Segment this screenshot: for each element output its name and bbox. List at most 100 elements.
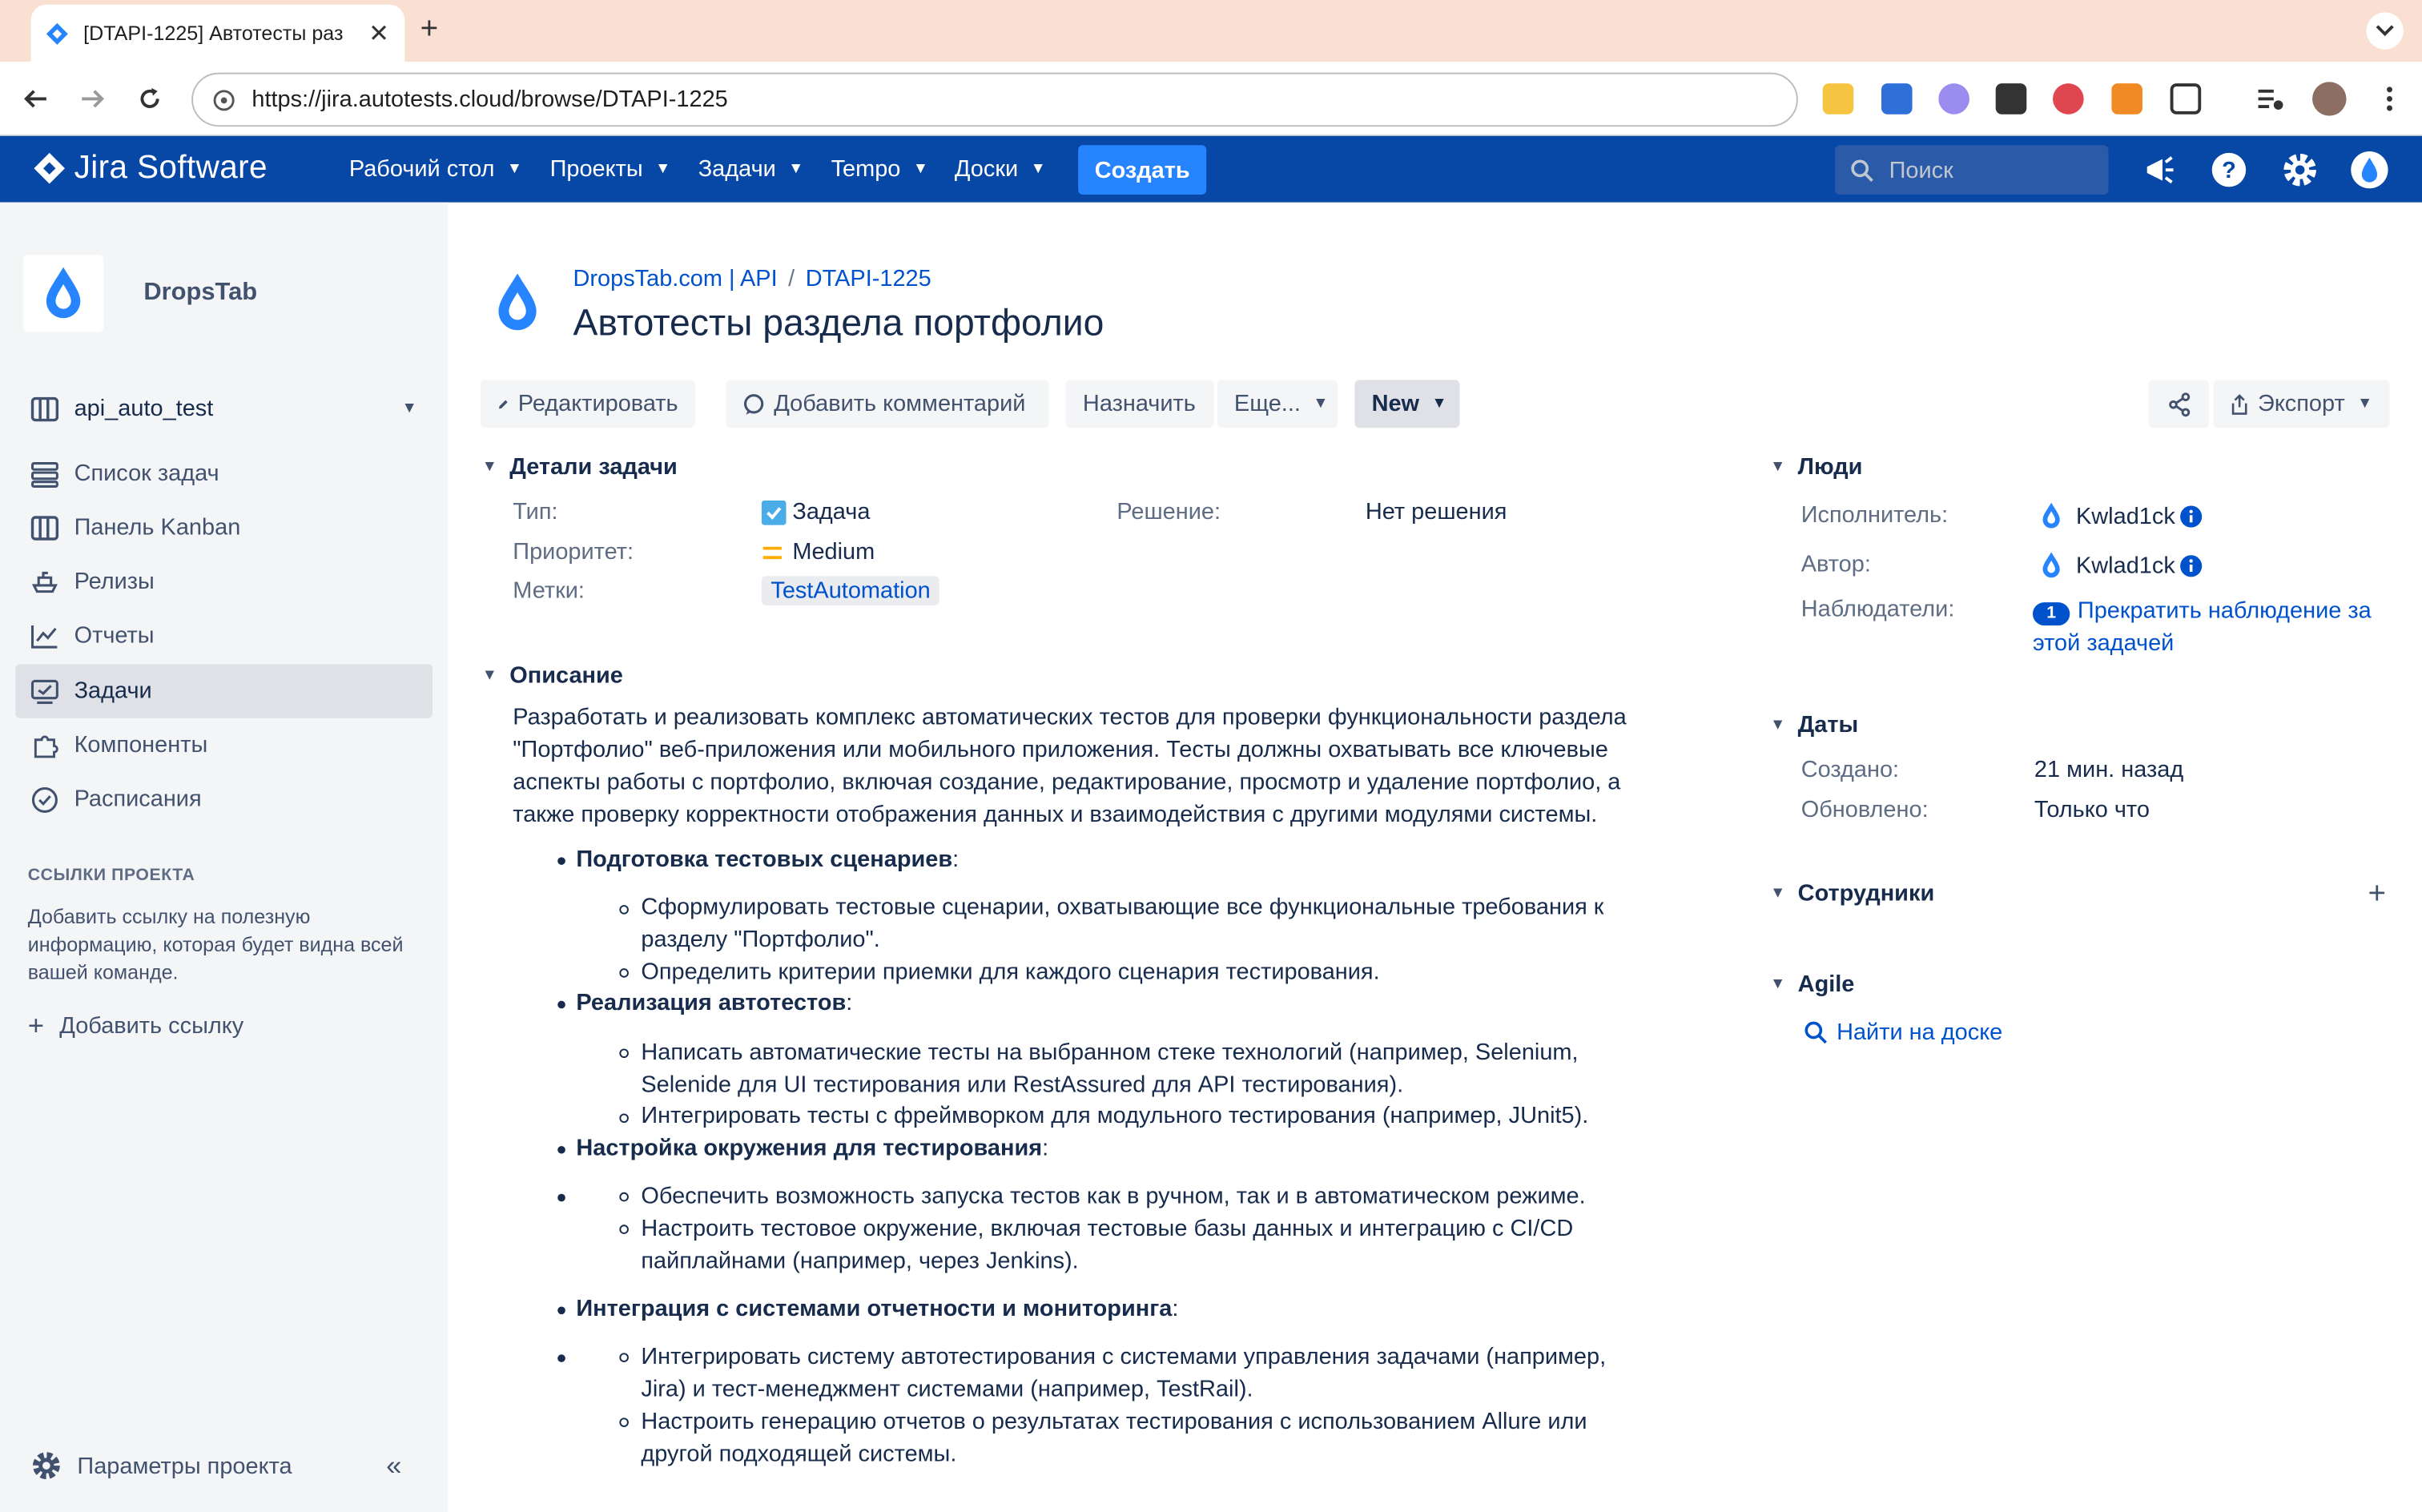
selenium-extension-icon[interactable] [1995,83,2027,115]
section-title-3-text: Настройка окружения для тестирования [576,1135,1043,1162]
user-avatar[interactable] [2349,150,2389,190]
reporter-value[interactable]: Kwlad1ck [2039,551,2203,579]
menu-boards[interactable]: Доски ▼ [955,136,1046,203]
people-section-toggle[interactable]: ▼ Люди [1770,454,1862,481]
workflow-status-button[interactable]: New ▼ [1354,380,1460,428]
address-bar[interactable]: https://jira.autotests.cloud/browse/DTAP… [191,72,1798,127]
edit-button[interactable]: Редактировать [480,380,695,428]
details-heading: Детали задачи [509,453,678,481]
info-icon[interactable] [2180,505,2203,528]
extension-2-icon[interactable] [1881,83,1913,115]
board-selector[interactable]: api_auto_test ▼ [15,381,432,435]
extension-3-icon[interactable] [1938,83,1969,115]
reload-icon[interactable] [131,80,168,117]
issues-icon [28,674,62,708]
label-tag[interactable]: TestAutomation [761,576,940,605]
sidebar-item-backlog[interactable]: Список задач [15,446,432,500]
sidebar-item-label: Задачи [74,678,152,705]
chevron-down-icon: ▼ [1770,716,1786,734]
search-icon [1851,159,1873,182]
assign-button[interactable]: Назначить [1065,380,1214,428]
menu-issues-label: Задачи [698,155,776,183]
sidebar-item-issues[interactable]: Задачи [15,664,432,718]
extensions-puzzle-icon[interactable] [2170,83,2202,115]
assignee-value[interactable]: Kwlad1ck [2039,502,2203,530]
stop-watching-link[interactable]: Прекратить наблюдение за этой задачей [2033,597,2372,656]
sub-bullet [619,1418,629,1427]
more-actions-button[interactable]: Еще... ▼ [1217,380,1338,428]
new-tab-icon[interactable]: + [420,14,439,45]
close-tab-icon[interactable]: ✕ [368,18,389,49]
menu-issues[interactable]: Задачи ▼ [698,136,804,203]
menu-projects[interactable]: Проекты ▼ [550,136,671,203]
add-comment-button[interactable]: Добавить комментарий [726,380,1049,428]
browser-tab-strip: [DTAPI-1225] Автотесты раз ✕ + [0,0,2422,62]
section-4-item-1: Интегрировать систему автотестирования с… [641,1343,1607,1403]
project-header[interactable]: DropsTab [22,255,257,332]
sidebar-item-kanban[interactable]: Панель Kanban [15,501,432,554]
section-title-4: Интеграция с системами отчетности и мони… [576,1296,1179,1322]
menu-dashboard[interactable]: Рабочий стол ▼ [349,136,522,203]
url-text: https://jira.autotests.cloud/browse/DTAP… [251,86,728,113]
agile-section-toggle[interactable]: ▼ Agile [1770,971,1854,998]
breadcrumb-project-link[interactable]: DropsTab.com | API [573,266,777,292]
edit-button-label: Редактировать [517,390,678,417]
clock-check-icon [28,782,62,816]
type-value: Задача [761,499,870,525]
description-section-toggle[interactable]: ▼ Описание [482,662,623,689]
extension-1-icon[interactable] [1822,83,1854,115]
watchers-count-badge[interactable]: 1 [2032,602,2070,626]
project-sidebar: DropsTab api_auto_test ▼ Список задач Па… [0,202,449,1512]
bullet [557,1306,565,1315]
browser-tab[interactable]: [DTAPI-1225] Автотесты раз ✕ [30,4,405,62]
chevron-down-icon: ▼ [655,160,671,178]
watchers-label: Наблюдатели: [1800,596,1955,623]
sidebar-item-reports[interactable]: Отчеты [15,609,432,662]
forward-icon[interactable] [74,80,111,117]
sub-bullet [619,1048,629,1059]
bullet [557,1145,565,1154]
section-1-item-1: Сформулировать тестовые сценарии, охваты… [641,894,1604,953]
people-heading: Люди [1797,453,1863,481]
issue-title[interactable]: Автотесты раздела портфолио [573,303,1104,346]
search-placeholder: Поиск [1889,156,1953,183]
breadcrumb-issue-key-link[interactable]: DTAPI-1225 [806,266,931,292]
search-input[interactable]: Поиск [1835,145,2109,195]
back-icon[interactable] [17,80,54,117]
sidebar-item-schedules[interactable]: Расписания [15,772,432,826]
task-type-icon [761,499,787,525]
find-on-board-link[interactable]: Найти на доске [1804,1019,2002,1046]
profile-avatar[interactable] [2312,82,2347,116]
issue-view: DropsTab.com | API / DTAPI-1225 Автотесты … [448,203,2422,1512]
jira-logo[interactable]: Jira Software [34,150,268,187]
employees-section-toggle[interactable]: ▼ Сотрудники [1770,880,1934,907]
add-employee-icon[interactable]: + [2368,877,2386,912]
extension-5-icon[interactable] [2053,83,2084,115]
media-control-icon[interactable] [2255,83,2287,115]
info-icon[interactable] [2180,553,2203,577]
sub-bullet [619,1224,629,1234]
dates-section-toggle[interactable]: ▼ Даты [1770,712,1858,738]
tab-search-icon[interactable] [2366,12,2404,50]
labels-label: Метки: [513,577,585,605]
details-section-toggle[interactable]: ▼ Детали задачи [482,454,678,481]
menu-tempo[interactable]: Tempo ▼ [831,136,928,203]
section-4-item-2: Настроить генерацию отчетов о результата… [641,1408,1587,1468]
project-settings-link[interactable]: Параметры проекта [31,1450,292,1482]
add-link-button[interactable]: + Добавить ссылку [28,1010,244,1042]
menu-projects-label: Проекты [549,155,643,183]
sidebar-item-components[interactable]: Компоненты [15,718,432,772]
share-button[interactable] [2148,380,2209,428]
create-button[interactable]: Создать [1078,145,1207,195]
help-icon[interactable]: ? [2209,150,2249,190]
collapse-sidebar-icon[interactable]: « [386,1450,401,1482]
sidebar-item-releases[interactable]: Релизы [15,554,432,608]
extension-6-icon[interactable] [2111,83,2142,115]
svg-text:?: ? [2222,158,2236,183]
browser-menu-icon[interactable] [2374,83,2405,115]
project-links-heading: ССЫЛКИ ПРОЕКТА [27,866,195,886]
notifications-icon[interactable] [2139,150,2179,190]
export-button[interactable]: Экспорт ▼ [2213,380,2390,428]
settings-gear-icon[interactable] [2280,150,2320,190]
site-info-icon[interactable] [211,87,236,112]
